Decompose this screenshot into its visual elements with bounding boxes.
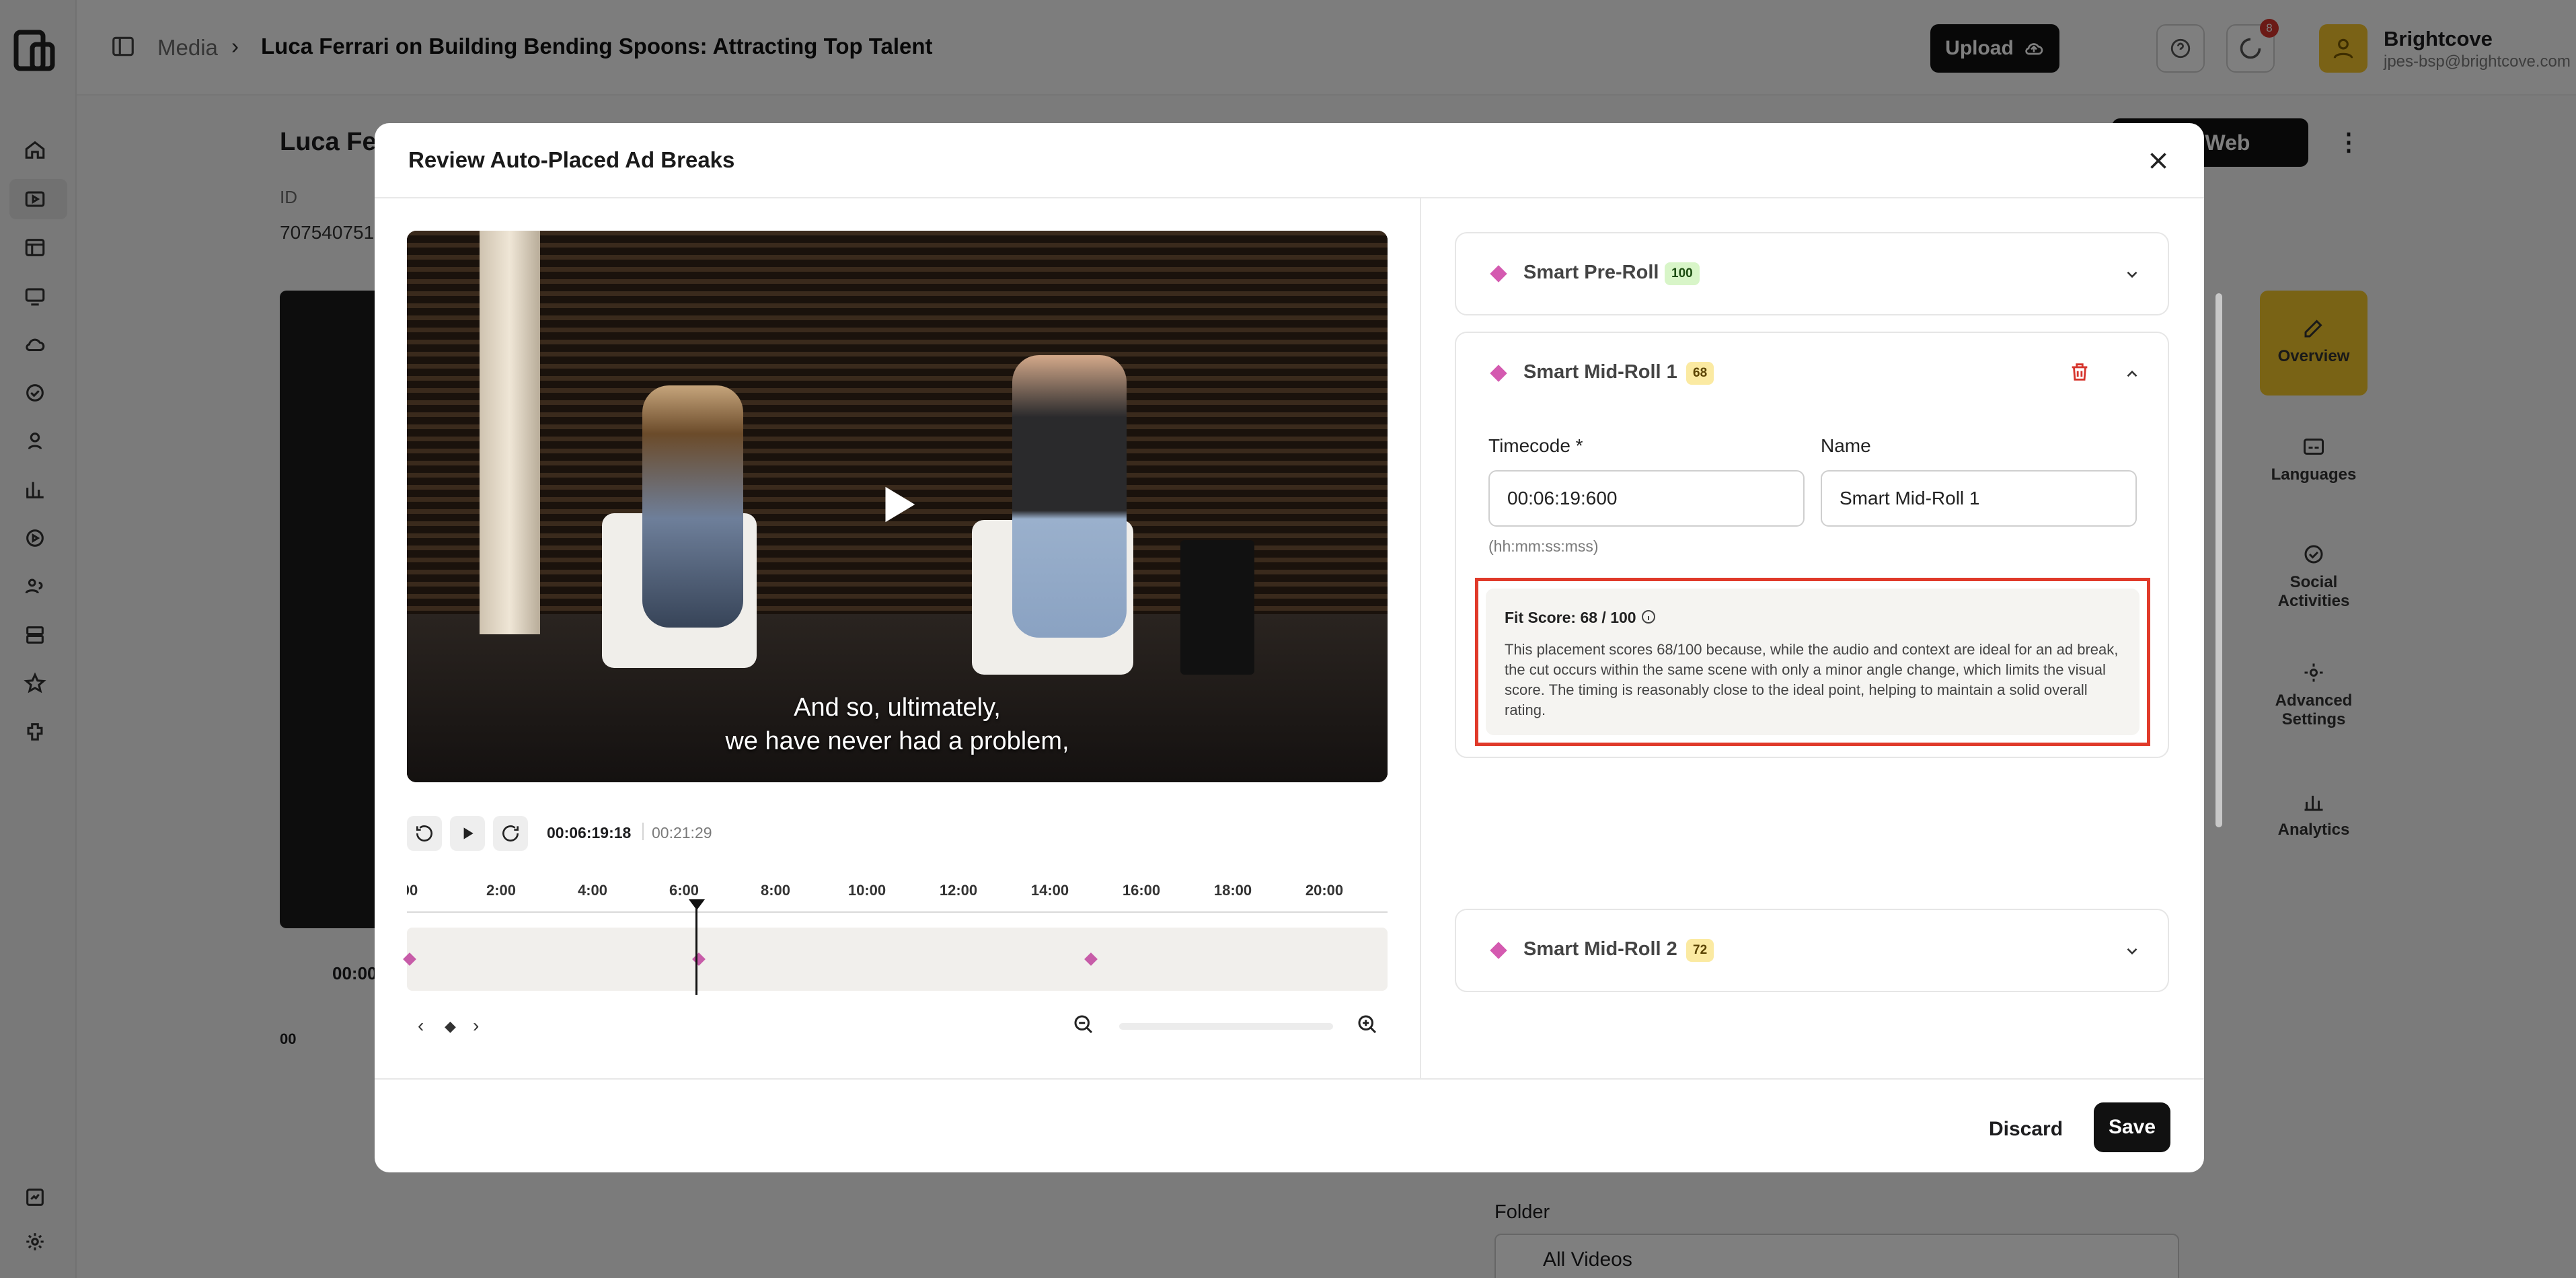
modal-title: Review Auto-Placed Ad Breaks — [408, 147, 735, 172]
ad-break-name: Smart Mid-Roll 2 — [1523, 938, 1677, 960]
play-overlay-button[interactable] — [858, 465, 937, 544]
zoom-slider[interactable] — [1119, 1023, 1333, 1030]
save-button[interactable]: Save — [2094, 1102, 2170, 1152]
ad-break-diamond-icon — [1490, 942, 1507, 959]
video-person-right — [1012, 355, 1127, 638]
scrollbar[interactable] — [2215, 293, 2222, 827]
timeline-tick-label: 10:00 — [847, 882, 886, 899]
discard-button[interactable]: Discard — [1989, 1105, 2063, 1154]
ad-break-score: 68 — [1686, 362, 1714, 385]
panel-divider — [1420, 198, 1421, 1078]
chevron-down-icon[interactable] — [2123, 942, 2141, 960]
timeline-track[interactable] — [407, 928, 1388, 991]
name-label: Name — [1821, 435, 1871, 456]
subtitle-line-1: And so, ultimately, — [794, 693, 1001, 722]
play-icon — [463, 827, 473, 839]
chevron-down-icon[interactable] — [2123, 266, 2141, 283]
timeline-tick-label: 6:00 — [669, 882, 699, 899]
zoom-in-icon[interactable] — [1355, 1012, 1379, 1037]
fit-score-title: Fit Score: 68 / 100 — [1505, 609, 1636, 626]
fit-score-explanation: This placement scores 68/100 because, wh… — [1505, 641, 2119, 718]
subtitle-line-2: we have never had a problem, — [725, 727, 1069, 755]
info-icon[interactable] — [1640, 609, 1657, 625]
play-button[interactable] — [450, 816, 485, 851]
review-ad-breaks-modal: Review Auto-Placed Ad Breaks And so, ult… — [375, 123, 2204, 1172]
video-pillar — [480, 231, 540, 634]
forward-5-icon — [502, 825, 519, 842]
next-marker-icon[interactable]: › — [473, 1015, 479, 1037]
ad-break-name: Smart Mid-Roll 1 — [1523, 361, 1677, 383]
timeline-tick-label: 14:00 — [1030, 882, 1069, 899]
close-icon[interactable] — [2146, 149, 2170, 173]
timeline-tick-label: 12:00 — [939, 882, 978, 899]
video-side-table — [1180, 540, 1254, 675]
prev-marker-icon[interactable]: ‹ — [418, 1015, 424, 1037]
forward-button[interactable] — [493, 816, 528, 851]
timecode-label: Timecode * — [1488, 435, 1583, 456]
timecode-hint: (hh:mm:ss:mss) — [1488, 537, 1599, 555]
chevron-up-icon[interactable] — [2123, 365, 2141, 383]
ad-break-score: 72 — [1686, 939, 1714, 962]
video-person-left — [642, 385, 743, 628]
timecode-value: 00:06:19:600 — [1507, 488, 1618, 509]
ad-break-name: Smart Pre-Roll — [1523, 262, 1659, 283]
ruler-baseline — [407, 911, 1388, 913]
ad-break-card-preroll[interactable]: Smart Pre-Roll 100 — [1455, 232, 2169, 315]
rewind-button[interactable] — [407, 816, 442, 851]
ad-break-score: 100 — [1665, 262, 1700, 285]
zoom-out-icon[interactable] — [1071, 1012, 1096, 1037]
timeline-tick-label: 2:00 — [486, 882, 517, 899]
timeline-tick-label: 4:00 — [577, 882, 608, 899]
timeline-tick-label: 16:00 — [1122, 882, 1161, 899]
timecode-input[interactable]: 00:06:19:600 — [1488, 470, 1805, 527]
timeline-ruler[interactable]: 00 2:00 4:00 6:00 8:00 10:00 12:00 14:00 16:00 18… — [407, 880, 1388, 914]
rewind-5-icon — [416, 825, 432, 842]
marker-diamond-icon[interactable]: ◆ — [445, 1018, 456, 1035]
video-player[interactable]: And so, ultimately, we have never had a … — [407, 231, 1388, 782]
playhead[interactable] — [695, 903, 697, 995]
duration: 00:21:29 — [652, 824, 712, 841]
name-input[interactable]: Smart Mid-Roll 1 — [1821, 470, 2137, 527]
timeline-tick-label: 8:00 — [760, 882, 791, 899]
ad-break-diamond-icon — [1490, 265, 1507, 283]
trash-icon[interactable] — [2068, 360, 2091, 384]
timeline-tick-label: 18:00 — [1213, 882, 1252, 899]
time-separator — [642, 823, 644, 840]
fit-score-panel: Fit Score: 68 / 100 This placement score… — [1486, 589, 2139, 735]
current-time: 00:06:19:18 — [547, 824, 632, 841]
play-icon — [885, 486, 915, 523]
playhead-handle[interactable] — [689, 899, 705, 910]
timeline-tick-label: 20:00 — [1305, 882, 1344, 899]
timeline-tick-label: 00 — [407, 882, 418, 899]
ad-break-card-midroll-2[interactable]: Smart Mid-Roll 2 72 — [1455, 909, 2169, 992]
ad-break-diamond-icon — [1490, 365, 1507, 382]
modal-footer: Discard Save — [375, 1078, 2204, 1172]
name-value: Smart Mid-Roll 1 — [1840, 488, 1980, 509]
modal-header: Review Auto-Placed Ad Breaks — [375, 123, 2204, 198]
